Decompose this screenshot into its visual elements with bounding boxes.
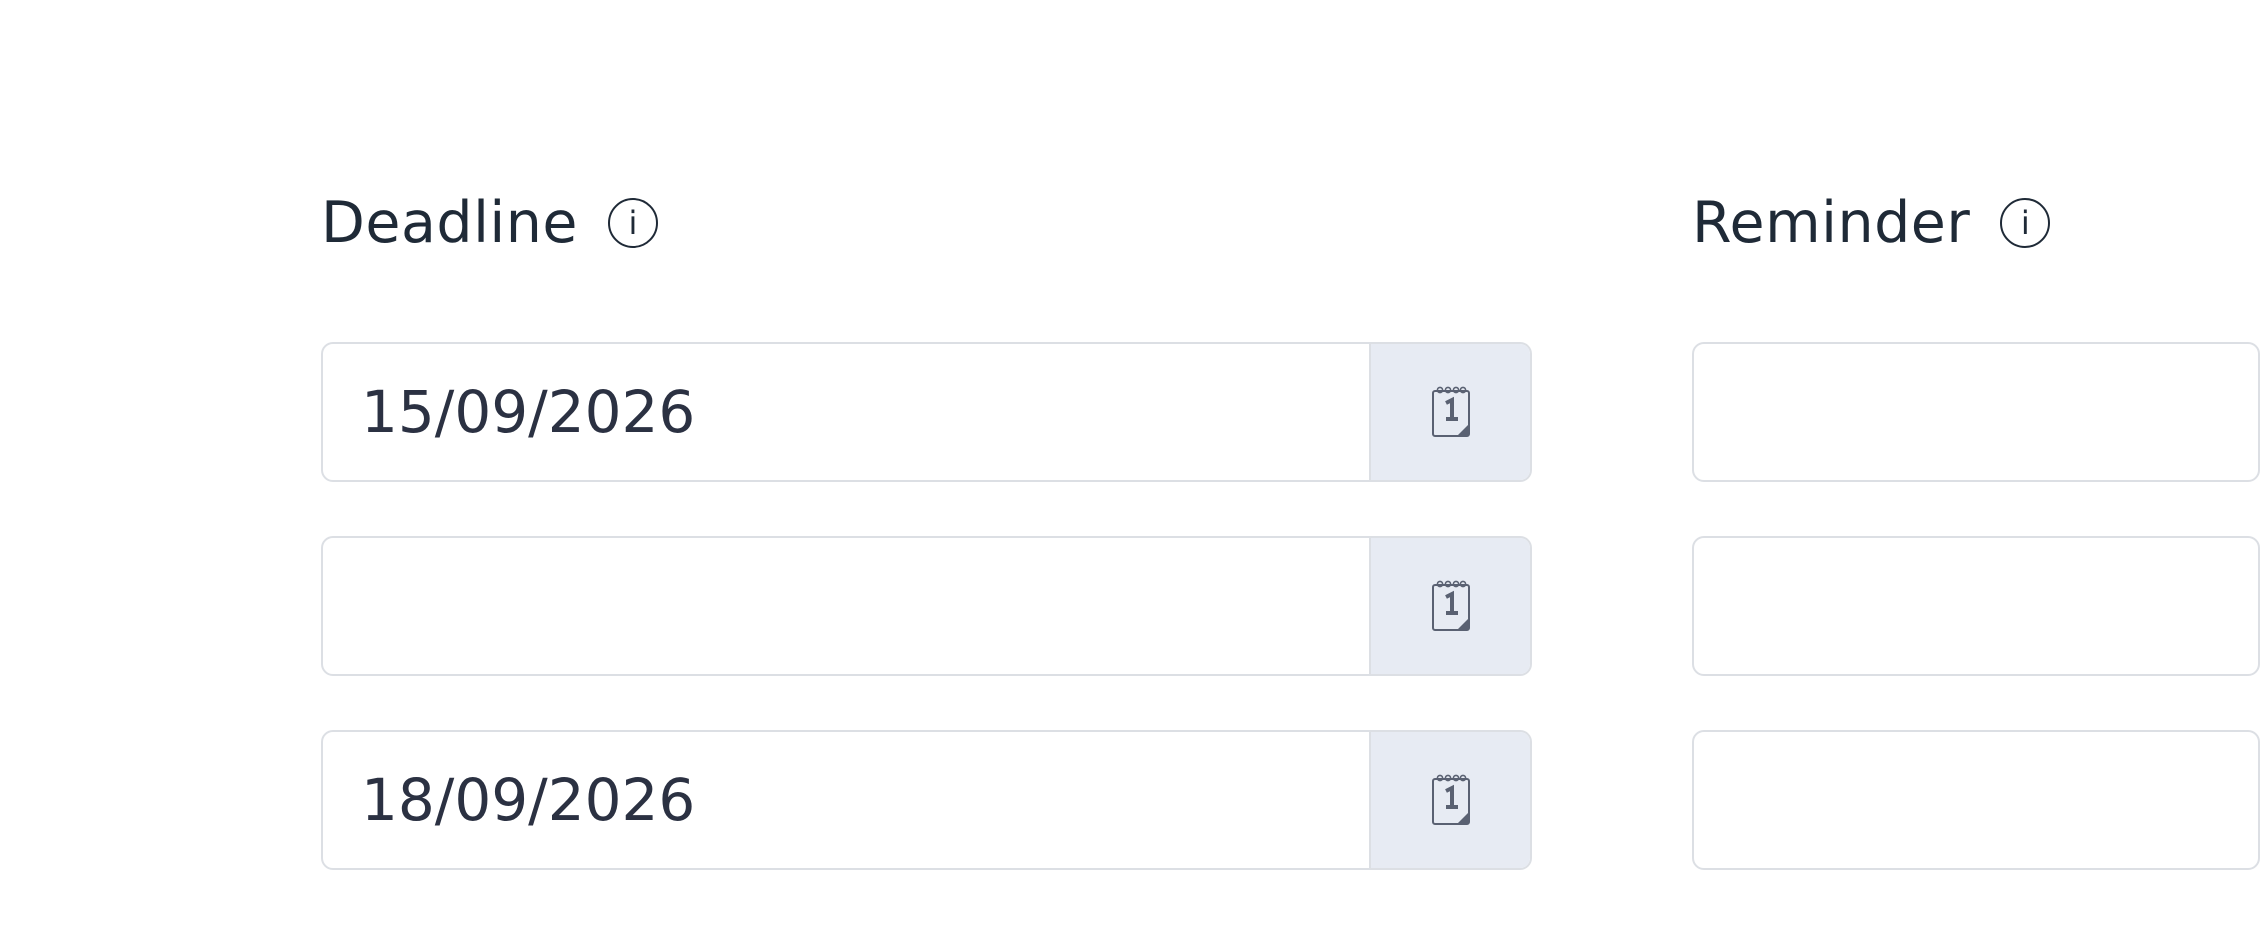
reminder-title: Reminder xyxy=(1692,190,1971,256)
deadline-date-field-1 xyxy=(321,342,1532,482)
calendar-icon xyxy=(1431,580,1471,632)
deadline-date-input-3[interactable] xyxy=(323,732,1369,868)
reminder-input-3[interactable] xyxy=(1694,732,2258,868)
deadline-date-input-1[interactable] xyxy=(323,344,1369,480)
deadline-header: Deadline i xyxy=(321,190,658,256)
reminder-info-icon[interactable]: i xyxy=(2000,198,2051,248)
calendar-icon xyxy=(1431,774,1471,826)
deadline-info-icon[interactable]: i xyxy=(607,198,658,248)
calendar-icon xyxy=(1431,386,1471,438)
reminder-field-3 xyxy=(1692,730,2260,870)
deadline-calendar-button-2[interactable] xyxy=(1369,538,1530,674)
deadline-date-field-3 xyxy=(321,730,1532,870)
deadline-title: Deadline xyxy=(321,190,578,256)
reminder-field-2 xyxy=(1692,536,2260,676)
deadline-calendar-button-3[interactable] xyxy=(1369,732,1530,868)
deadline-calendar-button-1[interactable] xyxy=(1369,344,1530,480)
reminder-header: Reminder i xyxy=(1692,190,2051,256)
reminder-field-1 xyxy=(1692,342,2260,482)
reminder-input-1[interactable] xyxy=(1694,344,2258,480)
reminder-input-2[interactable] xyxy=(1694,538,2258,674)
deadline-date-input-2[interactable] xyxy=(323,538,1369,674)
deadline-date-field-2 xyxy=(321,536,1532,676)
